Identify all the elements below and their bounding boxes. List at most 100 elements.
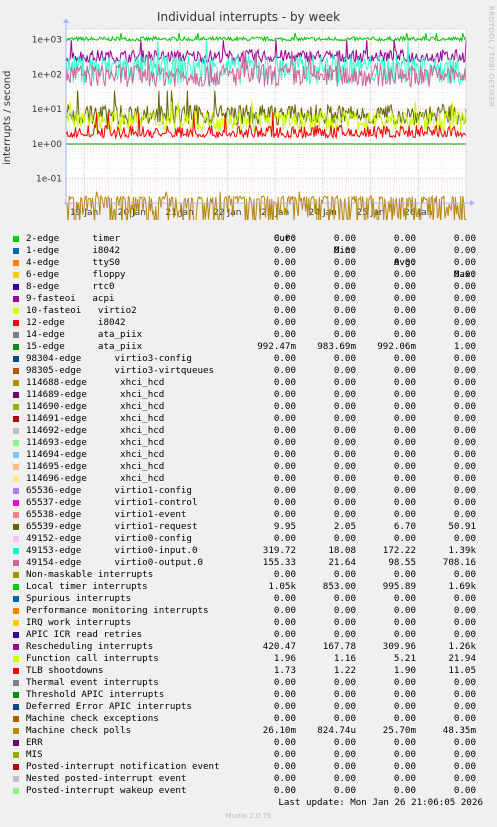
legend-max: 0.00 <box>453 785 476 796</box>
legend-row: Posted-interrupt notification event 0.00 0… <box>12 761 492 773</box>
legend-max: 0.00 <box>453 761 476 772</box>
legend-name: 10-fasteoi virtio2 <box>26 305 137 316</box>
legend-name: 114693-edge xhci_hcd <box>26 437 165 448</box>
legend-max: 0.00 <box>453 269 476 280</box>
legend-max: 21.94 <box>448 653 476 664</box>
legend-max: 0.00 <box>453 749 476 760</box>
legend-swatch <box>13 560 19 566</box>
legend-name: Posted-interrupt notification event <box>26 761 220 772</box>
legend-max: 0.00 <box>453 377 476 388</box>
legend-swatch <box>13 608 19 614</box>
legend-swatch <box>13 716 19 722</box>
legend-swatch <box>13 500 19 506</box>
legend-name: 114694-edge xhci_hcd <box>26 449 165 460</box>
legend-row: MIS 0.00 0.00 0.00 0.00 <box>12 749 492 761</box>
legend-max: 0.00 <box>453 257 476 268</box>
legend-swatch <box>13 536 19 542</box>
legend-swatch <box>13 476 19 482</box>
legend-name: 114692-edge xhci_hcd <box>26 425 165 436</box>
legend-row: 114696-edge xhci_hcd 0.00 0.00 0.00 0.00 <box>12 473 492 485</box>
legend-row: 114689-edge xhci_hcd 0.00 0.00 0.00 0.00 <box>12 389 492 401</box>
legend-swatch <box>13 356 19 362</box>
legend-row: APIC ICR read retries 0.00 0.00 0.00 0.00 <box>12 629 492 641</box>
legend-swatch <box>13 548 19 554</box>
legend-max: 0.00 <box>453 329 476 340</box>
legend-row: 14-edge ata_piix 0.00 0.00 0.00 0.00 <box>12 329 492 341</box>
legend-max: 0.00 <box>453 449 476 460</box>
legend-max: 48.35m <box>442 725 476 736</box>
legend-name: 9-fasteoi acpi <box>26 293 115 304</box>
legend-max: 11.05 <box>448 665 476 676</box>
legend-name: Performance monitoring interrupts <box>26 605 209 616</box>
legend-row: 98304-edge virtio3-config 0.00 0.00 0.00 0.0… <box>12 353 492 365</box>
legend-name: IRQ work interrupts <box>26 617 132 628</box>
legend-row: 65536-edge virtio1-config 0.00 0.00 0.00 0.0… <box>12 485 492 497</box>
legend-name: Machine check polls <box>26 725 132 736</box>
legend-row: 6-edge floppy 0.00 0.00 0.00 0.00 <box>12 269 492 281</box>
legend-max: 0.00 <box>453 485 476 496</box>
legend-row: 114694-edge xhci_hcd 0.00 0.00 0.00 0.00 <box>12 449 492 461</box>
y-axis-arrow <box>63 18 69 23</box>
legend-max: 0.00 <box>453 413 476 424</box>
legend-row: 49153-edge virtio0-input.0 319.72 18.08 172… <box>12 545 492 557</box>
legend-name: APIC ICR read retries <box>26 629 143 640</box>
legend-row: 65539-edge virtio1-request 9.95 2.05 6.70 50… <box>12 521 492 533</box>
legend-row: TLB shootdowns 1.73 1.22 1.90 11.05 <box>12 665 492 677</box>
legend-swatch <box>13 512 19 518</box>
legend-max: 50.91 <box>448 521 476 532</box>
last-update: Last update: Mon Jan 26 21:06:05 2026 <box>278 797 483 808</box>
legend-row: Local timer interrupts 1.05k 853.00 995.89 1… <box>12 581 492 593</box>
legend-max: 0.00 <box>453 497 476 508</box>
x-tick-label: 24 Jan <box>309 208 337 218</box>
legend-name: 49153-edge virtio0-input.0 <box>26 545 198 556</box>
legend-swatch <box>13 680 19 686</box>
legend-swatch <box>13 416 19 422</box>
legend-row: Posted-interrupt wakeup event 0.00 0.00 0.0… <box>12 785 492 797</box>
legend-max: 0.00 <box>453 461 476 472</box>
legend-row: Rescheduling interrupts 420.47 167.78 309.9… <box>12 641 492 653</box>
legend-name: Local timer interrupts <box>26 581 148 592</box>
legend-swatch <box>13 788 19 794</box>
legend-max: 0.00 <box>453 569 476 580</box>
legend-swatch <box>13 740 19 746</box>
legend-swatch <box>13 320 19 326</box>
legend-row: Machine check polls 26.10m 824.74u 25.70m 48… <box>12 725 492 737</box>
legend-name: 65539-edge virtio1-request <box>26 521 198 532</box>
legend-name: ERR <box>26 737 43 748</box>
legend-row: Spurious interrupts 0.00 0.00 0.00 0.00 <box>12 593 492 605</box>
legend-swatch <box>13 392 19 398</box>
legend-max: 0.00 <box>453 617 476 628</box>
legend-row: Performance monitoring interrupts 0.00 0.0… <box>12 605 492 617</box>
legend-name: 114688-edge xhci_hcd <box>26 377 165 388</box>
legend-max: 0.00 <box>453 401 476 412</box>
y-tick-label: 1e+03 <box>32 35 62 45</box>
legend-name: 65537-edge virtio1-control <box>26 497 198 508</box>
munin-footer: Munin 2.0.75 <box>225 812 272 820</box>
legend-max: 0.00 <box>453 509 476 520</box>
legend-swatch <box>13 644 19 650</box>
legend-row: 114688-edge xhci_hcd 0.00 0.00 0.00 0.00 <box>12 377 492 389</box>
legend-row: 2-edge timer 0.00 0.00 0.00 0.00 <box>12 233 492 245</box>
legend: Cur: Min: Avg: Max: 2-edge timer 0.00 0.00… <box>12 221 492 797</box>
legend-max: 0.00 <box>453 293 476 304</box>
legend-name: MIS <box>26 749 43 760</box>
legend-max: 1.00 <box>453 341 476 352</box>
legend-name: 12-edge i8042 <box>26 317 126 328</box>
legend-swatch <box>13 488 19 494</box>
legend-name: Rescheduling interrupts <box>26 641 154 652</box>
legend-row: 114692-edge xhci_hcd 0.00 0.00 0.00 0.00 <box>12 425 492 437</box>
legend-swatch <box>13 752 19 758</box>
legend-name: 8-edge rtc0 <box>26 281 115 292</box>
legend-swatch <box>13 764 19 770</box>
legend-max: 1.39k <box>448 545 476 556</box>
legend-swatch <box>13 464 19 470</box>
legend-max: 0.00 <box>453 389 476 400</box>
legend-row: 114690-edge xhci_hcd 0.00 0.00 0.00 0.00 <box>12 401 492 413</box>
legend-row: Threshold APIC interrupts 0.00 0.00 0.00 0.0… <box>12 689 492 701</box>
legend-row: 4-edge ttyS0 0.00 0.00 0.00 0.00 <box>12 257 492 269</box>
legend-row: 1-edge i8042 0.00 0.00 0.00 0.00 <box>12 245 492 257</box>
legend-max: 0.00 <box>453 737 476 748</box>
legend-row: Deferred Error APIC interrupts 0.00 0.00 0.… <box>12 701 492 713</box>
legend-name: 14-edge ata_piix <box>26 329 143 340</box>
legend-swatch <box>13 524 19 530</box>
